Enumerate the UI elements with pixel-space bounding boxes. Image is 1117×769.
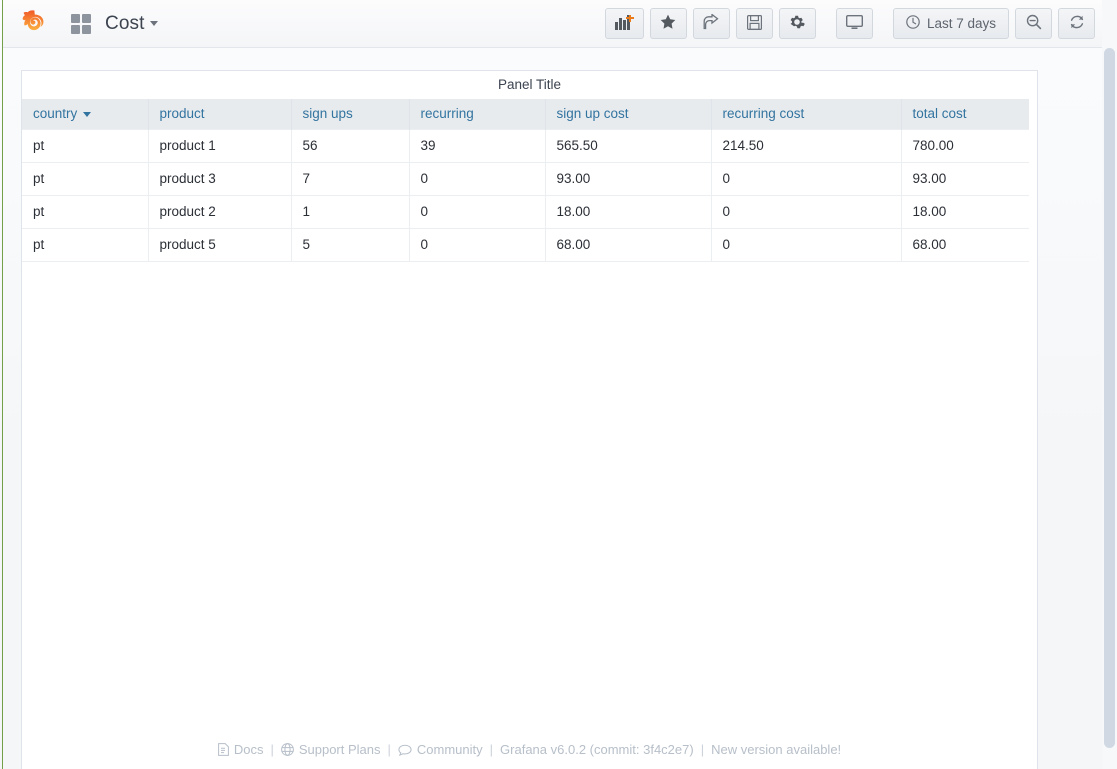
- column-header-sign-up-cost[interactable]: sign up cost: [545, 99, 712, 130]
- cell-sign-ups: 56: [291, 129, 410, 163]
- search-minus-icon: [1026, 14, 1042, 33]
- globe-icon: [280, 743, 294, 756]
- column-header-recurring[interactable]: recurring: [409, 99, 546, 130]
- grid-icon[interactable]: [71, 13, 91, 34]
- table-row: pt product 2 1 0 18.00 0 18.00: [22, 195, 1029, 229]
- cell-sign-up-cost: 565.50: [545, 129, 712, 163]
- footer-docs-link[interactable]: Docs: [217, 742, 264, 757]
- footer-community-label: Community: [416, 742, 483, 757]
- share-icon: [703, 13, 720, 33]
- footer-new-version-link[interactable]: New version available!: [711, 742, 841, 757]
- document-icon: [217, 743, 229, 756]
- top-navbar: Cost Last 7 days: [3, 0, 1117, 48]
- share-dashboard-button[interactable]: [692, 8, 730, 39]
- add-panel-icon: [614, 14, 634, 33]
- table-row: pt product 5 5 0 68.00 0 68.00: [22, 228, 1029, 262]
- cell-recurring: 0: [409, 228, 546, 262]
- table-body: pt product 1 56 39 565.50 214.50 780.00 …: [22, 129, 1029, 262]
- column-header-total-cost[interactable]: total cost: [901, 99, 1029, 130]
- table-header: country product sign ups recurring sign …: [22, 99, 1029, 130]
- cell-recurring-cost: 0: [711, 228, 902, 262]
- cell-product: product 1: [148, 129, 292, 163]
- cell-recurring: 39: [409, 129, 546, 163]
- panel-title[interactable]: Panel Title: [22, 71, 1037, 99]
- data-table: country product sign ups recurring sign …: [22, 99, 1029, 262]
- cell-sign-ups: 5: [291, 228, 410, 262]
- dashboard-title: Cost: [105, 12, 145, 34]
- grid-square-1: [71, 13, 80, 23]
- cell-country: pt: [22, 195, 149, 229]
- refresh-dashboard-button[interactable]: [1058, 8, 1095, 39]
- cell-recurring-cost: 0: [711, 162, 902, 196]
- column-header-product[interactable]: product: [148, 99, 292, 130]
- cell-country: pt: [22, 129, 149, 163]
- clock-icon: [906, 15, 920, 32]
- cell-total-cost: 68.00: [901, 228, 1029, 262]
- page-scrollbar-track[interactable]: [1102, 0, 1117, 769]
- time-range-label: Last 7 days: [926, 16, 996, 31]
- page-scrollbar-thumb[interactable]: [1104, 48, 1115, 748]
- cell-sign-up-cost: 93.00: [545, 162, 712, 196]
- cell-recurring: 0: [409, 162, 546, 196]
- cell-sign-up-cost: 18.00: [545, 195, 712, 229]
- navbar-right-section: Last 7 days: [604, 8, 1117, 39]
- sort-desc-icon: [83, 111, 92, 117]
- table-header-row: country product sign ups recurring sign …: [22, 99, 1029, 130]
- dashboard-settings-button[interactable]: [778, 8, 816, 39]
- star-dashboard-button[interactable]: [649, 8, 687, 39]
- cycle-view-mode-button[interactable]: [835, 8, 873, 39]
- window-left-edge: [2, 0, 3, 769]
- time-range-picker[interactable]: Last 7 days: [892, 8, 1009, 39]
- grafana-dashboard-page: Cost Last 7 days Panel Title country pro…: [0, 0, 1117, 769]
- save-dashboard-button[interactable]: [735, 8, 773, 39]
- chevron-down-icon: [150, 20, 159, 26]
- navbar-left-section: Cost: [3, 9, 159, 39]
- footer-separator: |: [270, 742, 274, 757]
- cell-recurring-cost: 214.50: [711, 129, 902, 163]
- cell-total-cost: 780.00: [901, 129, 1029, 163]
- comment-icon: [398, 744, 412, 756]
- dashboard-title-menu[interactable]: Cost: [105, 12, 159, 35]
- cell-sign-up-cost: 68.00: [545, 228, 712, 262]
- save-icon: [746, 14, 762, 33]
- cell-product: product 3: [148, 162, 292, 196]
- cell-product: product 2: [148, 195, 292, 229]
- column-header-recurring-cost[interactable]: recurring cost: [711, 99, 902, 130]
- dashboard-canvas: Panel Title country product sign ups rec…: [21, 70, 1038, 769]
- table-row: pt product 3 7 0 93.00 0 93.00: [22, 162, 1029, 196]
- footer-separator: |: [387, 742, 391, 757]
- cell-total-cost: 93.00: [901, 162, 1029, 196]
- zoom-out-time-button[interactable]: [1015, 8, 1052, 39]
- star-icon: [660, 14, 676, 33]
- grid-square-4: [82, 24, 91, 34]
- column-header-sign-ups[interactable]: sign ups: [291, 99, 410, 130]
- grid-square-2: [82, 13, 91, 23]
- footer-separator: |: [700, 742, 705, 757]
- add-panel-button[interactable]: [604, 8, 644, 39]
- column-header-country[interactable]: country: [22, 99, 149, 130]
- gear-icon: [789, 14, 806, 33]
- column-header-label: country: [33, 106, 78, 121]
- cell-total-cost: 18.00: [901, 195, 1029, 229]
- footer-docs-label: Docs: [233, 742, 264, 757]
- grid-square-3: [71, 24, 80, 34]
- footer-support-label: Support Plans: [298, 742, 381, 757]
- cell-country: pt: [22, 228, 149, 262]
- cell-country: pt: [22, 162, 149, 196]
- table-row: pt product 1 56 39 565.50 214.50 780.00: [22, 129, 1029, 163]
- cell-product: product 5: [148, 228, 292, 262]
- footer-support-link[interactable]: Support Plans: [280, 742, 381, 757]
- grafana-logo-icon[interactable]: [17, 9, 47, 39]
- footer-community-link[interactable]: Community: [398, 742, 483, 757]
- cell-sign-ups: 1: [291, 195, 410, 229]
- footer-separator: |: [489, 742, 494, 757]
- cell-recurring-cost: 0: [711, 195, 902, 229]
- monitor-icon: [845, 14, 863, 33]
- page-footer: Docs | Support Plans | Community | Grafa…: [22, 742, 1037, 757]
- table-panel: country product sign ups recurring sign …: [22, 99, 1037, 262]
- cell-sign-ups: 7: [291, 162, 410, 196]
- footer-version-text: Grafana v6.0.2 (commit: 3f4c2e7): [500, 742, 694, 757]
- cell-recurring: 0: [409, 195, 546, 229]
- refresh-icon: [1069, 14, 1085, 33]
